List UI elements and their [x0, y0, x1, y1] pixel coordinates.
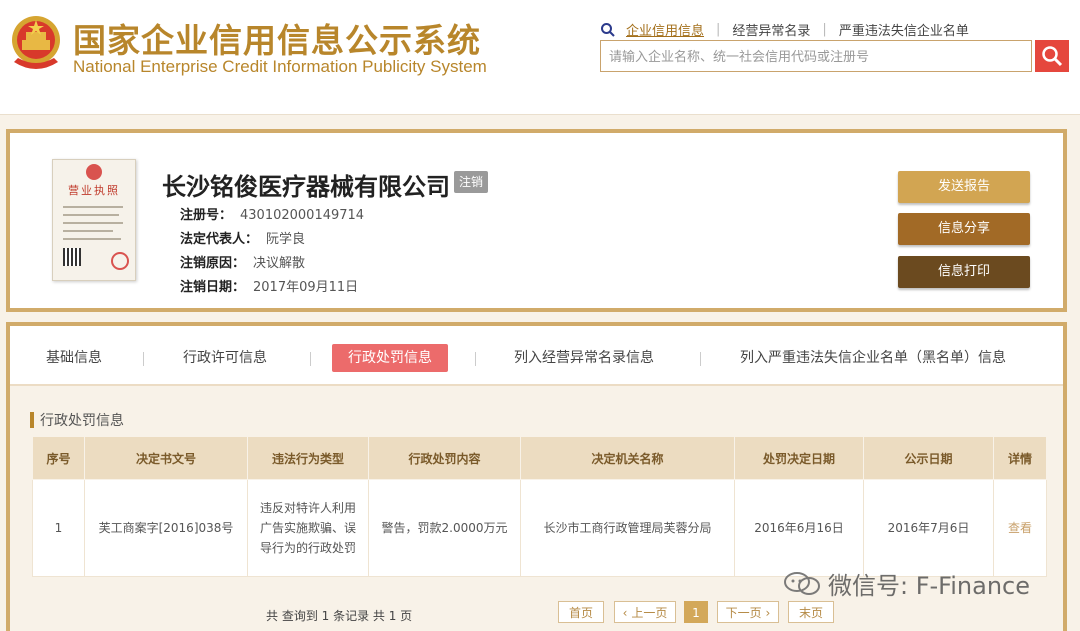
penalty-table: 序号 决定书文号 违法行为类型 行政处罚内容 决定机关名称 处罚决定日期 公示日…: [32, 436, 1047, 577]
info-label: 注销日期：: [180, 280, 246, 295]
watermark-text: 微信号: F-Finance: [828, 572, 1030, 600]
search-button[interactable]: [1035, 40, 1069, 72]
license-stamp-icon: [111, 252, 129, 270]
license-line: [63, 206, 123, 208]
prev-page-button[interactable]: ‹ 上一页: [614, 601, 676, 623]
table-cell: 2016年6月16日: [734, 479, 864, 577]
info-label: 法定代表人：: [180, 232, 259, 247]
table-header: 序号: [32, 436, 85, 480]
license-title: 营业执照: [68, 184, 120, 197]
license-line: [63, 214, 119, 216]
table-cell: 警告，罚款2.0000万元: [368, 479, 521, 577]
table-header: 决定书文号: [84, 436, 248, 480]
tab-blacklist[interactable]: 列入严重违法失信企业名单（黑名单）信息: [740, 344, 1006, 372]
table-header: 公示日期: [863, 436, 994, 480]
search-input[interactable]: [601, 41, 1031, 73]
print-info-button[interactable]: 信息打印: [898, 256, 1030, 288]
share-info-button[interactable]: 信息分享: [898, 213, 1030, 245]
nav-separator: |: [716, 22, 721, 37]
license-line: [63, 222, 123, 224]
info-cancel-date: 注销日期： 2017年09月11日: [180, 276, 358, 295]
tab-separator: [475, 352, 476, 366]
qr-code-icon: [63, 248, 81, 266]
nav-blacklist[interactable]: 严重违法失信企业名单: [839, 20, 969, 39]
section-title: 行政处罚信息: [30, 410, 124, 430]
info-reg-no: 注册号： 430102000149714: [180, 204, 364, 223]
prev-page-label: 上一页: [631, 606, 668, 620]
tab-separator: [143, 352, 144, 366]
license-seal-icon: [86, 164, 102, 180]
table-header-row: 序号 决定书文号 违法行为类型 行政处罚内容 决定机关名称 处罚决定日期 公示日…: [32, 436, 1047, 480]
info-value: 阮学良: [266, 232, 306, 247]
table-cell: 违反对特许人利用广告实施欺骗、误导行为的行政处罚: [247, 479, 369, 577]
table-row: 1 芙工商案字[2016]038号 违反对特许人利用广告实施欺骗、误导行为的行政…: [32, 479, 1047, 577]
search-small-icon: [601, 22, 615, 37]
table-header: 详情: [993, 436, 1047, 480]
status-badge: 注销: [454, 171, 489, 193]
tab-bar: 基础信息 行政许可信息 行政处罚信息 列入经营异常名录信息 列入严重违法失信企业…: [10, 326, 1063, 386]
chevron-left-icon: ‹: [622, 606, 628, 620]
tab-separator: [700, 352, 701, 366]
site-header: 国家企业信用信息公示系统 National Enterprise Credit …: [0, 0, 1080, 115]
info-label: 注销原因：: [180, 256, 246, 271]
table-cell: 长沙市工商行政管理局芙蓉分局: [520, 479, 735, 577]
tab-basic-info[interactable]: 基础信息: [46, 344, 102, 372]
business-license-image[interactable]: 营业执照: [52, 159, 136, 281]
nav-abnormal-list[interactable]: 经营异常名录: [732, 20, 810, 39]
license-line: [63, 238, 121, 240]
send-report-button[interactable]: 发送报告: [898, 171, 1030, 203]
table-header: 决定机关名称: [520, 436, 735, 480]
section-title-text: 行政处罚信息: [40, 413, 124, 429]
info-label: 注册号：: [180, 208, 233, 223]
info-value: 2017年09月11日: [253, 280, 359, 295]
section-marker: [30, 412, 34, 428]
table-cell: 2016年7月6日: [863, 479, 994, 577]
next-page-label: 下一页: [725, 606, 762, 620]
last-page-button[interactable]: 末页: [788, 601, 834, 623]
table-header: 违法行为类型: [247, 436, 369, 480]
company-card: 营业执照 长沙铭俊医疗器械有限公司 注销 注册号： 430102000149714…: [6, 129, 1067, 312]
wechat-icon: [784, 571, 820, 595]
search-icon: [1042, 46, 1063, 67]
tab-admin-license[interactable]: 行政许可信息: [183, 344, 267, 372]
top-nav: 企业信用信息 | 经营异常名录 | 严重违法失信企业名单: [600, 20, 969, 39]
company-name: 长沙铭俊医疗器械有限公司: [162, 173, 450, 201]
table-header: 处罚决定日期: [734, 436, 864, 480]
info-cancel-reason: 注销原因： 决议解散: [180, 252, 305, 271]
first-page-button[interactable]: 首页: [558, 601, 604, 623]
next-page-button[interactable]: 下一页 ›: [717, 601, 779, 623]
pager-info: 共 查询到 1 条记录 共 1 页: [266, 609, 413, 623]
info-value: 430102000149714: [240, 208, 365, 223]
table-cell: 芙工商案字[2016]038号: [84, 479, 248, 577]
license-line: [63, 230, 113, 232]
table-cell: 1: [32, 479, 85, 577]
chevron-right-icon: ›: [765, 606, 771, 620]
nav-separator: |: [822, 22, 827, 37]
nav-credit-info[interactable]: 企业信用信息: [626, 20, 704, 39]
info-legal-rep: 法定代表人： 阮学良: [180, 228, 305, 247]
site-title-cn: 国家企业信用信息公示系统: [73, 21, 481, 60]
tab-separator: [310, 352, 311, 366]
table-header: 行政处罚内容: [368, 436, 521, 480]
current-page-button[interactable]: 1: [684, 601, 708, 623]
info-value: 决议解散: [253, 256, 306, 271]
wechat-watermark: 微信号: F-Finance: [782, 566, 1030, 601]
tab-abnormal-list[interactable]: 列入经营异常名录信息: [514, 344, 654, 372]
tab-admin-penalty[interactable]: 行政处罚信息: [332, 344, 448, 372]
search-box: [600, 40, 1032, 73]
site-title-en: National Enterprise Credit Information P…: [73, 57, 487, 76]
view-detail-link[interactable]: 查看: [993, 479, 1047, 577]
national-emblem-icon: [12, 16, 60, 69]
